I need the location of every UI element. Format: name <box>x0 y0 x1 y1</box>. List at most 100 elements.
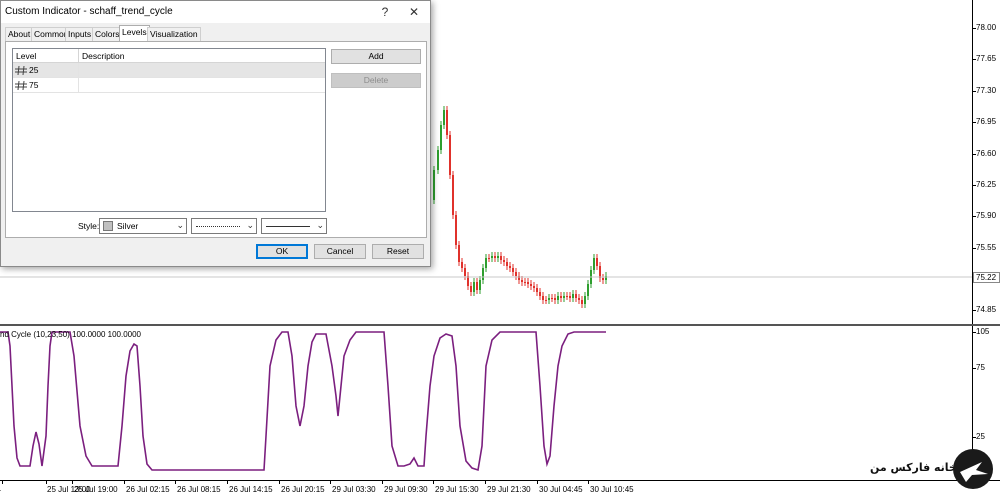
candle-body <box>470 286 472 292</box>
candle-body <box>533 286 535 288</box>
level-value: 75 <box>29 80 39 90</box>
candle-body <box>476 282 478 290</box>
tab-about[interactable]: About <box>5 27 34 41</box>
indicator-pane[interactable] <box>0 326 972 480</box>
tab-colors[interactable]: Colors <box>92 27 123 41</box>
trading-chart-window: 78.00 77.65 77.30 76.95 76.60 76.25 75.9… <box>0 0 1000 500</box>
candle-body <box>446 110 448 135</box>
levels-table[interactable]: Level Description 25 75 <box>12 48 326 212</box>
indicator-scale-label: 75 <box>976 363 985 372</box>
time-label: 26 Jul 14:15 <box>229 485 273 494</box>
style-label: Style: <box>78 221 100 231</box>
time-label: 29 Jul 03:30 <box>332 485 376 494</box>
candle-body <box>491 256 493 258</box>
candle-body <box>443 110 445 125</box>
candle-body <box>545 300 547 301</box>
candle-body <box>599 266 601 278</box>
candle-body <box>433 170 435 200</box>
delete-level-button[interactable]: Delete <box>331 73 421 88</box>
reset-button[interactable]: Reset <box>372 244 424 259</box>
help-button[interactable]: ? <box>373 3 397 21</box>
candle-body <box>557 296 559 300</box>
time-axis[interactable]: 24 25 Jul 13:00 25 Jul 19:00 26 Jul 02:1… <box>0 480 1000 500</box>
time-label: 26 Jul 20:15 <box>281 485 325 494</box>
tab-visualization[interactable]: Visualization <box>147 27 201 41</box>
color-swatch <box>103 221 113 231</box>
close-button[interactable]: ✕ <box>402 3 426 21</box>
candle-body <box>458 245 460 262</box>
candle-body <box>485 258 487 268</box>
tab-inputs[interactable]: Inputs <box>65 27 95 41</box>
line-style-select[interactable]: ⌄ <box>191 218 257 234</box>
candle-body <box>509 266 511 268</box>
chevron-down-icon: ⌄ <box>246 220 254 230</box>
level-line-icon <box>15 66 27 75</box>
tab-levels[interactable]: Levels <box>119 25 150 42</box>
dialog-titlebar[interactable]: Custom Indicator - schaff_trend_cycle ? … <box>1 1 430 23</box>
chevron-down-icon: ⌄ <box>176 220 184 230</box>
dotted-line-sample <box>196 226 240 227</box>
time-label: 25 Jul 19:00 <box>74 485 118 494</box>
column-header-description[interactable]: Description <box>79 49 325 63</box>
cancel-button[interactable]: Cancel <box>314 244 366 259</box>
chevron-down-icon: ⌄ <box>316 220 324 230</box>
candle-body <box>575 294 577 298</box>
price-label: 77.65 <box>976 54 997 63</box>
custom-indicator-dialog: Custom Indicator - schaff_trend_cycle ? … <box>0 0 431 267</box>
candle-body <box>572 294 574 298</box>
price-label: 75.55 <box>976 243 997 252</box>
description-cell[interactable] <box>79 63 325 78</box>
indicator-scale-label: 25 <box>976 432 985 441</box>
price-label: 76.95 <box>976 117 997 126</box>
candle-body <box>455 215 457 245</box>
candle-body <box>452 175 454 215</box>
candle-body <box>506 262 508 266</box>
description-cell[interactable] <box>79 78 325 93</box>
line-width-select[interactable]: ⌄ <box>261 218 327 234</box>
level-value: 25 <box>29 65 39 75</box>
solid-line-sample <box>266 226 310 227</box>
candle-body <box>584 296 586 304</box>
stc-line <box>0 331 606 472</box>
candle-body <box>512 268 514 272</box>
candle-body <box>542 296 544 300</box>
candle-body <box>461 262 463 268</box>
price-label: 76.60 <box>976 149 997 158</box>
current-price-tag: 75.22 <box>973 272 1000 283</box>
candle-body <box>551 298 553 299</box>
candle-body <box>536 288 538 292</box>
candle-body <box>578 298 580 300</box>
dialog-title: Custom Indicator - schaff_trend_cycle <box>5 6 173 17</box>
candle-body <box>596 258 598 266</box>
candle-body <box>497 256 499 258</box>
candle-body <box>479 280 481 290</box>
candle-body <box>515 272 517 276</box>
time-label: 26 Jul 08:15 <box>177 485 221 494</box>
column-header-level[interactable]: Level <box>13 49 79 63</box>
table-row[interactable]: 25 <box>13 63 325 78</box>
table-row[interactable]: 75 <box>13 78 325 93</box>
time-label: 24 <box>0 485 1 494</box>
candle-body <box>482 268 484 280</box>
candle-body <box>524 282 526 283</box>
add-level-button[interactable]: Add <box>331 49 421 64</box>
candle-body <box>539 292 541 296</box>
schaff-trend-cycle-line <box>0 331 606 472</box>
candle-body <box>488 258 490 259</box>
level-cell: 75 <box>13 78 79 93</box>
candle-body <box>437 150 439 170</box>
ok-button[interactable]: OK <box>256 244 308 259</box>
candle-body <box>473 282 475 292</box>
level-line-icon <box>15 81 27 90</box>
indicator-title: nd Cycle (10,23,50) 100.0000 100.0000 <box>0 330 141 339</box>
color-select[interactable]: Silver ⌄ <box>99 218 187 234</box>
candle-body <box>566 296 568 297</box>
time-label: 30 Jul 04:45 <box>539 485 583 494</box>
candle-body <box>593 258 595 270</box>
price-label: 76.25 <box>976 180 997 189</box>
price-label: 77.30 <box>976 86 997 95</box>
candle-body <box>440 125 442 150</box>
candle-body <box>581 300 583 304</box>
bird-logo-icon <box>953 449 993 489</box>
levels-tab-panel: Level Description 25 75 Add Delete Style… <box>5 41 427 238</box>
